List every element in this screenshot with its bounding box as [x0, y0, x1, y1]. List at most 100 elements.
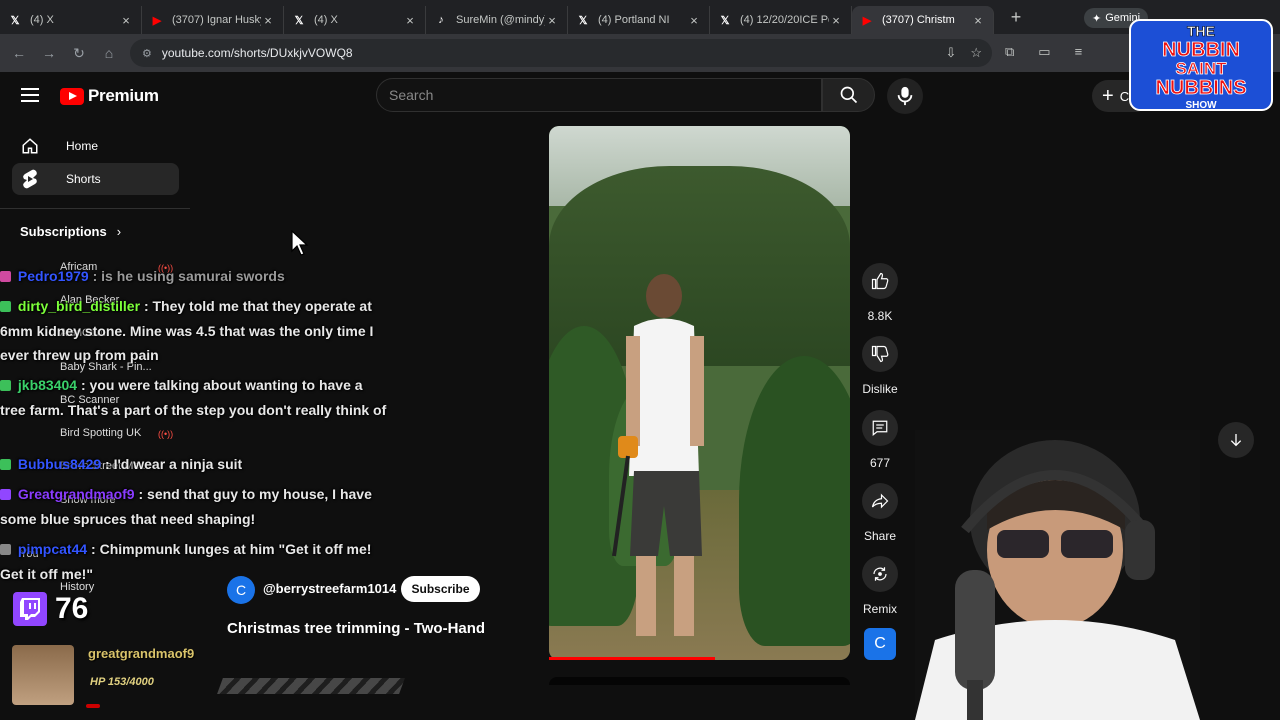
extensions-icon[interactable]: ⧉: [1005, 44, 1014, 60]
gemini-icon: ✦: [1092, 12, 1102, 25]
tab-title: (3707) Ignar Husky: [172, 14, 261, 26]
sidebar-item-label: Home: [66, 139, 99, 153]
subscription-item[interactable]: Bird Spotting UK: [60, 427, 141, 439]
tab-title: (4) X: [30, 14, 54, 26]
back-icon[interactable]: ←: [4, 45, 34, 61]
thumbs-down-icon: [862, 336, 898, 372]
youtube-premium-logo[interactable]: Premium: [60, 86, 159, 106]
streamer-webcam: [915, 430, 1200, 720]
browser-tab[interactable]: 𝕏 (4) X ×: [0, 6, 142, 34]
x-icon: 𝕏: [578, 14, 588, 27]
channel-avatar[interactable]: C: [227, 576, 255, 604]
sidebar-item-label: Shorts: [66, 172, 101, 186]
hp-user-avatar: [12, 645, 74, 705]
youtube-play-icon: [60, 87, 84, 105]
youtube-icon: ▶: [862, 14, 872, 27]
browser-tab[interactable]: ▶ (3707) Ignar Husky ×: [142, 6, 284, 34]
browser-toolbar: ← → ↻ ⌂ ⚙ youtube.com/shorts/DUxkjvVOWQ8…: [0, 34, 1280, 72]
chat-badge-icon: [0, 301, 11, 312]
close-tab-icon[interactable]: ×: [687, 13, 701, 28]
close-tab-icon[interactable]: ×: [261, 13, 275, 28]
tab-title: (4) Portland NI: [598, 14, 670, 26]
close-tab-icon[interactable]: ×: [829, 13, 843, 28]
chat-username: dirty_bird_distiller: [17, 298, 141, 314]
plus-icon: +: [1102, 84, 1114, 107]
nubbin-show-logo: THE NUBBIN SAINT NUBBINS SHOW: [1129, 19, 1273, 111]
subscribe-button[interactable]: Subscribe: [401, 576, 480, 602]
dislike-label: Dislike: [862, 382, 898, 396]
home-browser-icon[interactable]: ⌂: [94, 45, 124, 61]
short-video-player[interactable]: [549, 126, 850, 660]
sidebar-item-shorts[interactable]: Shorts: [12, 163, 179, 195]
address-bar[interactable]: ⚙ youtube.com/shorts/DUxkjvVOWQ8 ⇩ ☆: [130, 39, 992, 67]
chevron-right-icon: ›: [116, 224, 122, 239]
chat-text: : I'd wear a ninja suit: [105, 456, 243, 472]
channel-handle[interactable]: @berrystreefarm1014: [263, 581, 396, 596]
thumbs-up-icon: [862, 263, 898, 299]
menu-icon[interactable]: [21, 88, 39, 102]
sidebar-divider: [0, 208, 190, 209]
chat-username: pimpcat44: [17, 541, 88, 557]
chat-username: jkb83404: [17, 377, 78, 393]
search-box[interactable]: [376, 78, 822, 112]
chat-badge-icon: [0, 489, 11, 500]
browser-tab[interactable]: ♪ SureMin (@mindy) ×: [426, 6, 568, 34]
url-text: youtube.com/shorts/DUxkjvVOWQ8: [161, 46, 353, 60]
hp-value: HP 153/4000: [90, 676, 154, 688]
chat-message: jkb83404 : you were talking about wantin…: [0, 373, 392, 422]
home-icon: [20, 137, 40, 155]
browser-tab[interactable]: 𝕏 (4) Portland NI ×: [568, 6, 710, 34]
browser-tab[interactable]: 𝕏 (4) X ×: [284, 6, 426, 34]
close-tab-icon[interactable]: ×: [971, 13, 985, 28]
sidebar-item-home[interactable]: Home: [12, 130, 179, 162]
subscriptions-heading[interactable]: Subscriptions ›: [20, 224, 121, 239]
shorts-icon: [20, 169, 40, 189]
chat-message: Greatgrandmaof9 : send that guy to my ho…: [0, 482, 392, 531]
close-tab-icon[interactable]: ×: [545, 13, 559, 28]
comments-button[interactable]: 677: [862, 410, 898, 470]
split-view-icon[interactable]: ▭: [1038, 44, 1050, 60]
chat-badge-icon: [0, 271, 11, 282]
channel-avatar-small[interactable]: C: [864, 628, 896, 660]
remix-button[interactable]: Remix: [862, 556, 898, 616]
chat-message: pimpcat44 : Chimpmunk lunges at him "Get…: [0, 537, 392, 586]
bookmark-star-icon[interactable]: ☆: [970, 45, 982, 61]
close-tab-icon[interactable]: ×: [403, 13, 417, 28]
premium-label: Premium: [88, 86, 159, 105]
hp-bar-fill: [86, 704, 100, 708]
share-icon: [862, 483, 898, 519]
search-input[interactable]: [389, 87, 821, 103]
tab-title: (4) X: [314, 14, 338, 26]
comment-icon: [862, 410, 898, 446]
tab-title: (4) 12/20/20ICE Po: [740, 14, 829, 26]
x-icon: 𝕏: [294, 14, 304, 27]
dislike-button[interactable]: Dislike: [858, 336, 902, 396]
short-title[interactable]: Christmas tree trimming - Two-Hand: [227, 620, 485, 637]
media-control-icon[interactable]: ≡: [1075, 44, 1083, 60]
live-icon: ((•)): [158, 429, 174, 439]
logo-text: NUBBIN: [1162, 39, 1240, 61]
next-short-preview[interactable]: [549, 677, 850, 685]
install-icon[interactable]: ⇩: [945, 45, 956, 61]
logo-text: SAINT: [1176, 59, 1228, 78]
browser-tab[interactable]: 𝕏 (4) 12/20/20ICE Po ×: [710, 6, 852, 34]
next-short-button[interactable]: [1218, 422, 1254, 458]
arrow-down-icon: [1230, 434, 1242, 447]
tab-title: SureMin (@mindy): [456, 14, 545, 26]
forward-icon[interactable]: →: [34, 45, 64, 61]
new-tab-icon[interactable]: +: [1002, 7, 1030, 28]
search-button[interactable]: [822, 78, 875, 112]
share-button[interactable]: Share: [862, 483, 898, 543]
share-label: Share: [863, 529, 897, 543]
chat-badge-icon: [0, 459, 11, 470]
reload-icon[interactable]: ↻: [64, 45, 94, 62]
site-info-icon[interactable]: ⚙: [142, 47, 152, 60]
like-button[interactable]: 8.8K: [862, 263, 898, 323]
hp-user-name: greatgrandmaof9: [88, 646, 195, 661]
chat-badge-icon: [0, 380, 11, 391]
close-tab-icon[interactable]: ×: [119, 13, 133, 28]
tab-title: (3707) Christm: [882, 14, 955, 26]
video-progress-bar[interactable]: [549, 657, 715, 660]
voice-search-button[interactable]: [887, 78, 923, 114]
browser-tab[interactable]: ▶ (3707) Christm ×: [852, 6, 994, 34]
